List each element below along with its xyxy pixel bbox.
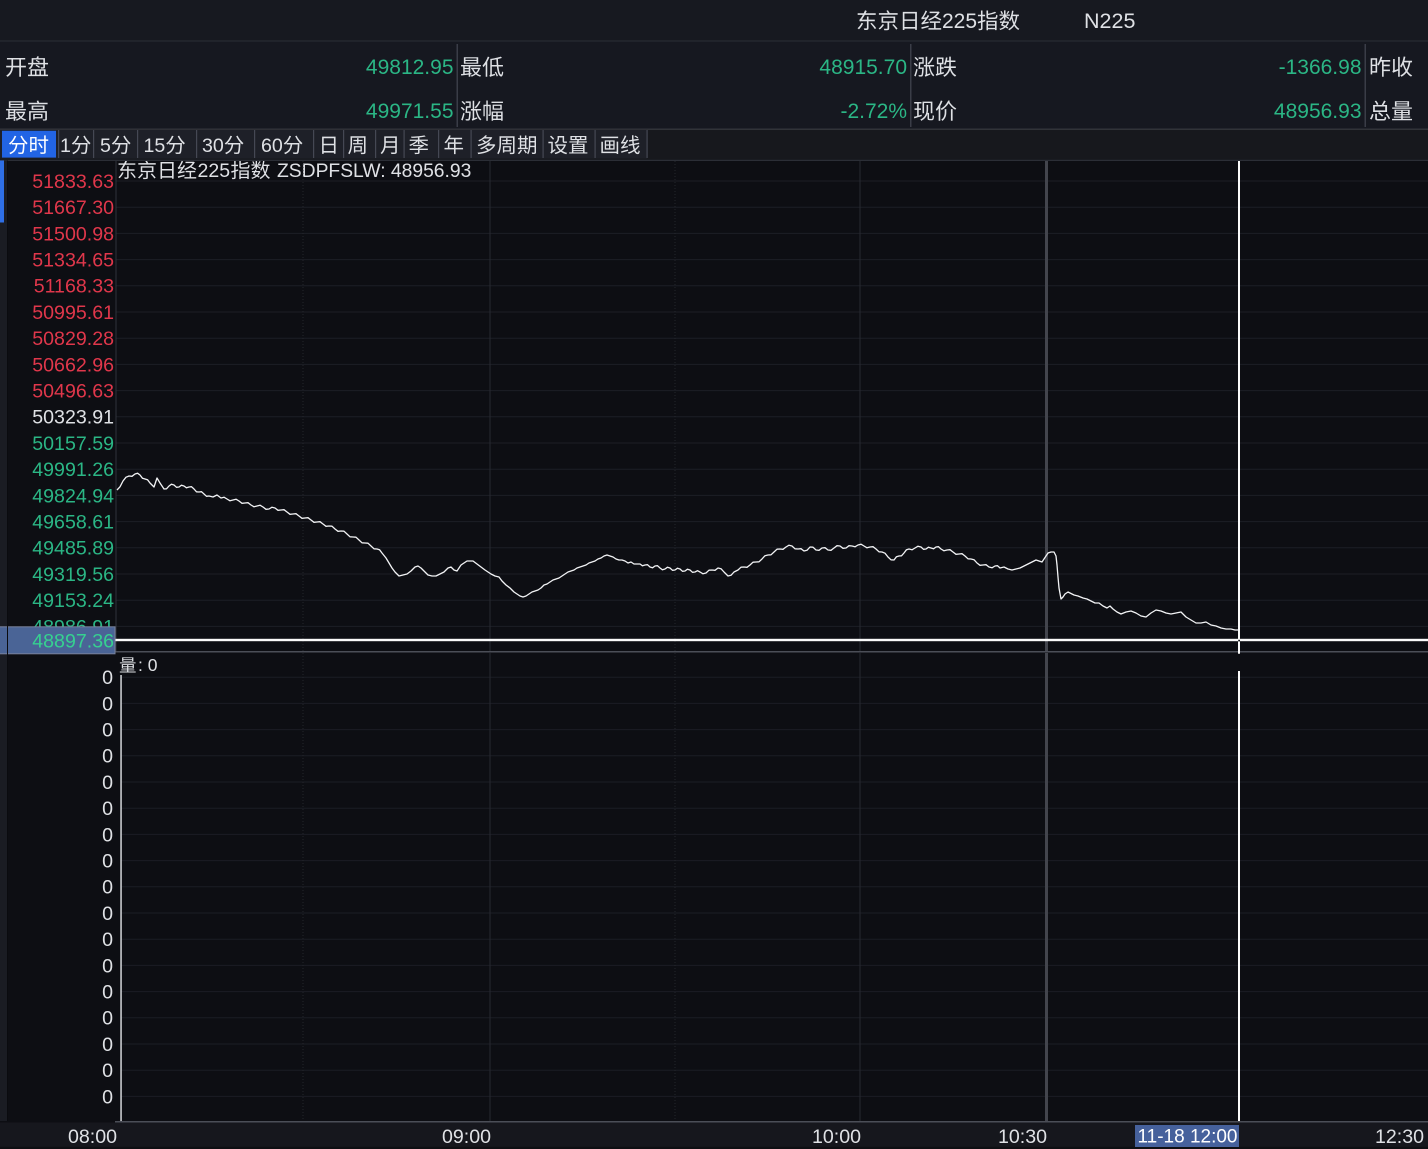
- svg-text:49812.95: 49812.95: [366, 56, 454, 79]
- svg-text:: 0: : 0: [138, 655, 158, 675]
- svg-text:12:30: 12:30: [1375, 1126, 1424, 1148]
- svg-text:0: 0: [102, 929, 113, 951]
- svg-text:50995.61: 50995.61: [32, 302, 114, 324]
- svg-text:49319.56: 49319.56: [32, 564, 114, 586]
- svg-text:225: 225: [942, 10, 977, 33]
- svg-text:0: 0: [102, 693, 113, 715]
- svg-text:51667.30: 51667.30: [32, 197, 114, 219]
- svg-text:51833.63: 51833.63: [32, 171, 114, 193]
- svg-text:30: 30: [202, 135, 224, 157]
- svg-text:15: 15: [144, 135, 166, 157]
- svg-text:10:00: 10:00: [812, 1126, 861, 1148]
- svg-text:0: 0: [102, 772, 113, 794]
- svg-text:60: 60: [261, 135, 283, 157]
- svg-text:49991.26: 49991.26: [32, 459, 114, 481]
- svg-text:5: 5: [100, 135, 111, 157]
- svg-text:0: 0: [102, 955, 113, 977]
- svg-text:51500.98: 51500.98: [32, 223, 114, 245]
- svg-text:0: 0: [102, 798, 113, 820]
- svg-text:0: 0: [102, 851, 113, 873]
- svg-text:0: 0: [102, 903, 113, 925]
- svg-text:1: 1: [60, 135, 71, 157]
- svg-text:51334.65: 51334.65: [32, 250, 114, 272]
- svg-text:N225: N225: [1084, 9, 1135, 33]
- svg-text:08:00: 08:00: [68, 1126, 117, 1148]
- svg-text:-1366.98: -1366.98: [1279, 56, 1362, 79]
- svg-text:0: 0: [102, 1086, 113, 1108]
- svg-text:09:00: 09:00: [442, 1126, 491, 1148]
- svg-text:0: 0: [102, 1060, 113, 1082]
- svg-text:48897.36: 48897.36: [32, 631, 114, 653]
- svg-text:50323.91: 50323.91: [32, 407, 114, 429]
- svg-text:0: 0: [102, 1034, 113, 1056]
- svg-text:0: 0: [102, 982, 113, 1004]
- svg-text:49485.89: 49485.89: [32, 538, 114, 560]
- svg-text:50662.96: 50662.96: [32, 354, 114, 376]
- svg-text:50496.63: 50496.63: [32, 381, 114, 403]
- svg-text:-2.72%: -2.72%: [840, 100, 907, 123]
- svg-text:11-18 12:00: 11-18 12:00: [1137, 1127, 1237, 1148]
- svg-text:50829.28: 50829.28: [32, 328, 114, 350]
- svg-text:50157.59: 50157.59: [32, 433, 114, 455]
- svg-text:225: 225: [198, 160, 231, 182]
- svg-text:10:30: 10:30: [998, 1126, 1047, 1148]
- svg-text:49658.61: 49658.61: [32, 512, 114, 534]
- svg-text:48915.70: 48915.70: [819, 56, 907, 79]
- svg-text:ZSDPFSLW: 48956.93: ZSDPFSLW: 48956.93: [277, 161, 471, 182]
- svg-text:0: 0: [102, 720, 113, 742]
- svg-text:0: 0: [102, 667, 113, 689]
- svg-text:0: 0: [102, 1008, 113, 1030]
- svg-text:48956.93: 48956.93: [1274, 100, 1362, 123]
- svg-text:0: 0: [102, 746, 113, 768]
- svg-text:0: 0: [102, 824, 113, 846]
- svg-text:0: 0: [102, 877, 113, 899]
- svg-text:49153.24: 49153.24: [32, 590, 114, 612]
- svg-text:49824.94: 49824.94: [32, 485, 114, 507]
- svg-text:51168.33: 51168.33: [34, 276, 114, 298]
- svg-text:49971.55: 49971.55: [366, 100, 454, 123]
